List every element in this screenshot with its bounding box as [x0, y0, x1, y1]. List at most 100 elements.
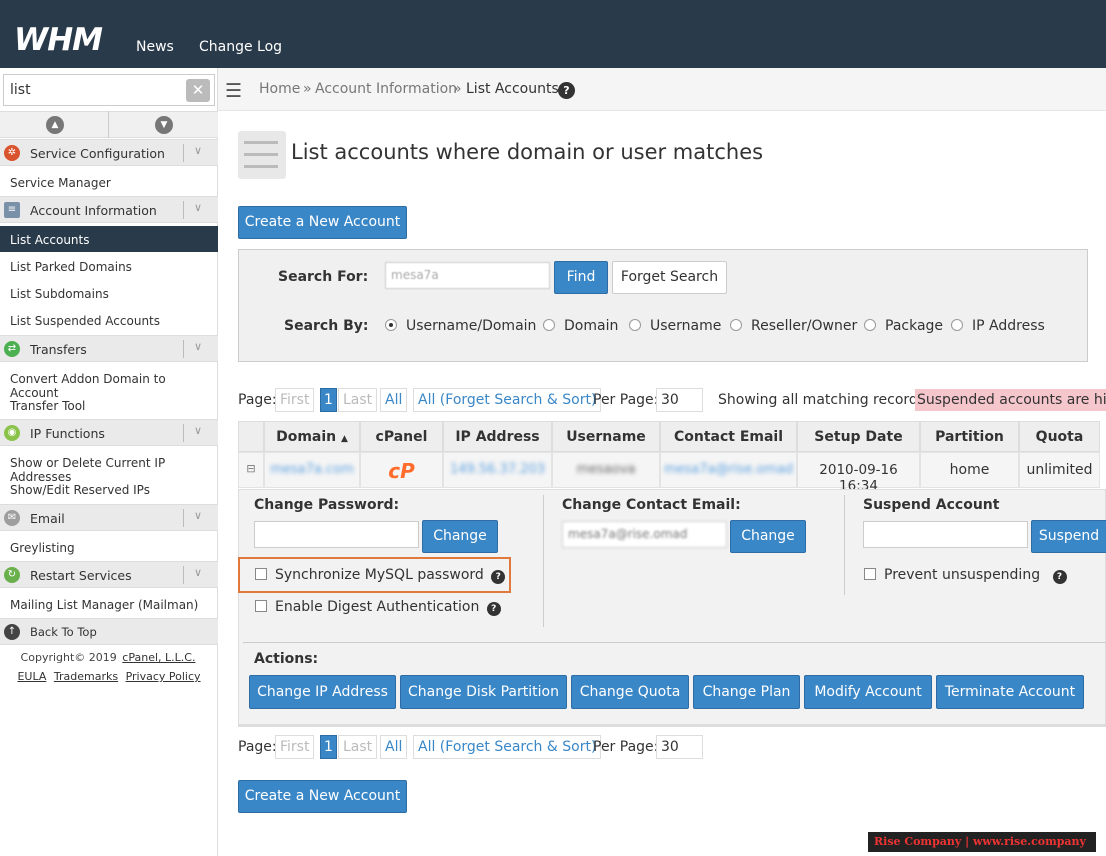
cell-cpanel[interactable]: cP	[360, 452, 443, 488]
table-header-partition[interactable]: Partition	[920, 421, 1019, 452]
sidebar-search-input[interactable]: list	[3, 74, 215, 106]
forget-search-button[interactable]: Forget Search	[612, 261, 727, 294]
sidebar-item-reserved-ips[interactable]: Show/Edit Reserved IPs	[0, 476, 218, 502]
pager-first[interactable]: First	[275, 388, 315, 412]
section-separator	[183, 566, 184, 584]
sidebar-section-transfers[interactable]: ⇄ Transfers ∨	[0, 335, 218, 362]
sidebar-item-list-parked-domains[interactable]: List Parked Domains	[0, 253, 218, 279]
help-icon[interactable]: ?	[491, 570, 506, 584]
radio-ip-address[interactable]: IP Address	[951, 318, 1045, 334]
table-header-setup-date[interactable]: Setup Date	[797, 421, 920, 452]
pager-current[interactable]: 1	[320, 735, 337, 759]
sidebar-section-account-information[interactable]: ≡ Account Information ∨	[0, 196, 218, 223]
chevron-down-icon[interactable]: ∨	[194, 340, 202, 353]
whm-logo[interactable]: WHM	[14, 22, 103, 58]
chevron-down-icon[interactable]: ∨	[194, 144, 202, 157]
per-page-input[interactable]: 30	[656, 388, 703, 412]
pager-current[interactable]: 1	[320, 388, 337, 412]
sidebar-item-service-manager[interactable]: Service Manager	[0, 169, 218, 195]
table-header-contact-email[interactable]: Contact Email	[660, 421, 797, 452]
sidebar-section-ip-functions[interactable]: ◉ IP Functions ∨	[0, 419, 218, 446]
contact-email-input[interactable]: mesa7a@rise.omad	[562, 521, 727, 548]
radio-username[interactable]: Username	[629, 318, 721, 334]
back-to-top-button[interactable]: ↑ Back To Top	[0, 618, 218, 645]
pager-last[interactable]: Last	[338, 388, 378, 412]
pager-all[interactable]: All	[380, 388, 408, 412]
privacy-policy-link[interactable]: Privacy Policy	[126, 670, 201, 683]
sidebar-section-label: Restart Services	[30, 568, 132, 583]
help-icon[interactable]: ?	[1052, 570, 1067, 584]
radio-reseller-owner[interactable]: Reseller/Owner	[730, 318, 857, 334]
chevron-down-icon[interactable]: ∨	[194, 201, 202, 214]
cell-domain[interactable]: mesa7a.com	[264, 452, 360, 488]
sidebar-section-label: Account Information	[30, 203, 157, 218]
change-ip-address-button[interactable]: Change IP Address	[249, 675, 396, 709]
chevron-down-icon[interactable]: ∨	[194, 509, 202, 522]
sidebar-item-list-subdomains[interactable]: List Subdomains	[0, 280, 218, 306]
chevron-down-icon[interactable]: ∨	[194, 424, 202, 437]
horizontal-scrollbar[interactable]	[238, 725, 1106, 727]
search-input[interactable]: mesa7a	[385, 262, 550, 289]
transfers-icon: ⇄	[4, 341, 20, 357]
radio-domain[interactable]: Domain	[543, 318, 618, 334]
eula-link[interactable]: EULA	[17, 670, 46, 683]
radio-username-domain[interactable]: Username/Domain	[385, 318, 536, 334]
change-email-button[interactable]: Change	[730, 520, 806, 553]
pager-first[interactable]: First	[275, 735, 315, 759]
prevent-unsuspending-checkbox[interactable]: Prevent unsuspending ?	[864, 567, 1067, 584]
terminate-account-button[interactable]: Terminate Account	[936, 675, 1084, 709]
create-account-button[interactable]: Create a New Account	[238, 206, 407, 239]
table-header-ip[interactable]: IP Address	[443, 421, 552, 452]
pager-last[interactable]: Last	[338, 735, 378, 759]
suspend-reason-input[interactable]	[863, 521, 1028, 548]
sync-mysql-checkbox[interactable]: Synchronize MySQL password ?	[255, 567, 506, 584]
sidebar-item-mailman[interactable]: Mailing List Manager (Mailman)	[0, 591, 218, 617]
trademarks-link[interactable]: Trademarks	[54, 670, 118, 683]
sidebar-section-label: Transfers	[30, 342, 87, 357]
nav-news[interactable]: News	[136, 39, 174, 55]
table-header-cpanel[interactable]: cPanel	[360, 421, 443, 452]
change-quota-button[interactable]: Change Quota	[571, 675, 689, 709]
nav-change-log[interactable]: Change Log	[199, 39, 282, 55]
cpanel-logo-icon[interactable]: cP	[388, 459, 415, 483]
menu-toggle-icon[interactable]: ☰	[225, 80, 242, 102]
sidebar-section-restart-services[interactable]: ↻ Restart Services ∨	[0, 561, 218, 588]
modify-account-button[interactable]: Modify Account	[804, 675, 932, 709]
find-button[interactable]: Find	[554, 261, 608, 294]
radio-package[interactable]: Package	[864, 318, 943, 334]
table-header-domain[interactable]: Domain ▲	[264, 421, 360, 452]
change-password-button[interactable]: Change	[422, 520, 498, 553]
expand-down-icon[interactable]: ▼	[155, 116, 173, 134]
breadcrumb-home[interactable]: Home	[259, 81, 300, 97]
sidebar-item-list-accounts[interactable]: List Accounts	[0, 226, 218, 252]
table-header-username[interactable]: Username	[552, 421, 660, 452]
pager-all-forget[interactable]: All (Forget Search & Sort)	[413, 735, 602, 759]
sidebar-item-transfer-tool[interactable]: Transfer Tool	[0, 392, 218, 418]
row-collapse-icon[interactable]: ⊟	[238, 452, 264, 488]
sidebar-item-convert-addon-domain[interactable]: Convert Addon Domain to Account	[0, 365, 218, 400]
collapse-up-icon[interactable]: ▲	[46, 116, 64, 134]
create-account-button[interactable]: Create a New Account	[238, 780, 407, 813]
per-page-input[interactable]: 30	[656, 735, 703, 759]
sidebar-item-list-suspended-accounts[interactable]: List Suspended Accounts	[0, 307, 218, 333]
account-info-icon: ≡	[4, 202, 20, 218]
sidebar-item-greylisting[interactable]: Greylisting	[0, 534, 218, 560]
clear-search-icon[interactable]: ✕	[186, 79, 210, 102]
password-input[interactable]	[254, 521, 419, 548]
digest-auth-checkbox[interactable]: Enable Digest Authentication ?	[255, 599, 501, 616]
change-disk-partition-button[interactable]: Change Disk Partition	[400, 675, 567, 709]
table-header-quota[interactable]: Quota	[1019, 421, 1100, 452]
help-icon[interactable]: ?	[558, 82, 575, 99]
help-icon[interactable]: ?	[486, 602, 501, 616]
chevron-down-icon[interactable]: ∨	[194, 566, 202, 579]
suspend-button[interactable]: Suspend	[1031, 520, 1106, 553]
pager-all-forget[interactable]: All (Forget Search & Sort)	[413, 388, 602, 412]
cpanel-link[interactable]: cPanel, L.L.C.	[122, 651, 195, 664]
sidebar-item-show-delete-ip[interactable]: Show or Delete Current IP Addresses	[0, 449, 218, 484]
change-plan-button[interactable]: Change Plan	[693, 675, 800, 709]
breadcrumb-account-information[interactable]: Account Information	[315, 81, 457, 97]
cell-email[interactable]: mesa7a@rise.omad	[660, 452, 797, 488]
sidebar-section-service-configuration[interactable]: ✲ Service Configuration ∨	[0, 139, 218, 166]
sidebar-section-email[interactable]: ✉ Email ∨	[0, 504, 218, 531]
pager-all[interactable]: All	[380, 735, 408, 759]
